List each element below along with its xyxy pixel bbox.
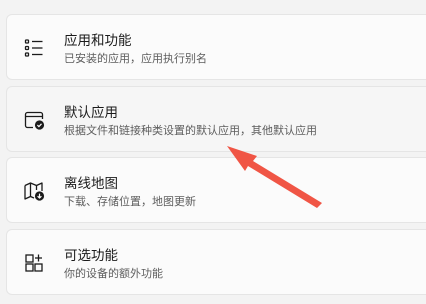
settings-item-default-apps[interactable]: 默认应用 根据文件和链接种类设置的默认应用，其他默认应用 (6, 86, 426, 152)
apps-list-icon (22, 36, 46, 60)
item-description: 已安装的应用，应用执行别名 (64, 52, 207, 65)
settings-item-offline-maps[interactable]: 离线地图 下载、存储位置，地图更新 (6, 157, 426, 223)
settings-item-apps-features[interactable]: 应用和功能 已安装的应用，应用执行别名 (6, 14, 426, 80)
offline-map-icon (22, 179, 46, 203)
item-title: 默认应用 (64, 105, 118, 121)
item-title: 应用和功能 (64, 33, 132, 49)
item-title: 离线地图 (64, 176, 118, 192)
item-description: 根据文件和链接种类设置的默认应用，其他默认应用 (64, 124, 317, 137)
optional-features-icon (22, 251, 46, 275)
item-description: 下载、存储位置，地图更新 (64, 195, 196, 208)
item-title: 可选功能 (64, 248, 118, 264)
item-description: 你的设备的额外功能 (64, 267, 163, 280)
default-apps-icon (22, 108, 46, 132)
settings-item-optional-features[interactable]: 可选功能 你的设备的额外功能 (6, 229, 426, 295)
